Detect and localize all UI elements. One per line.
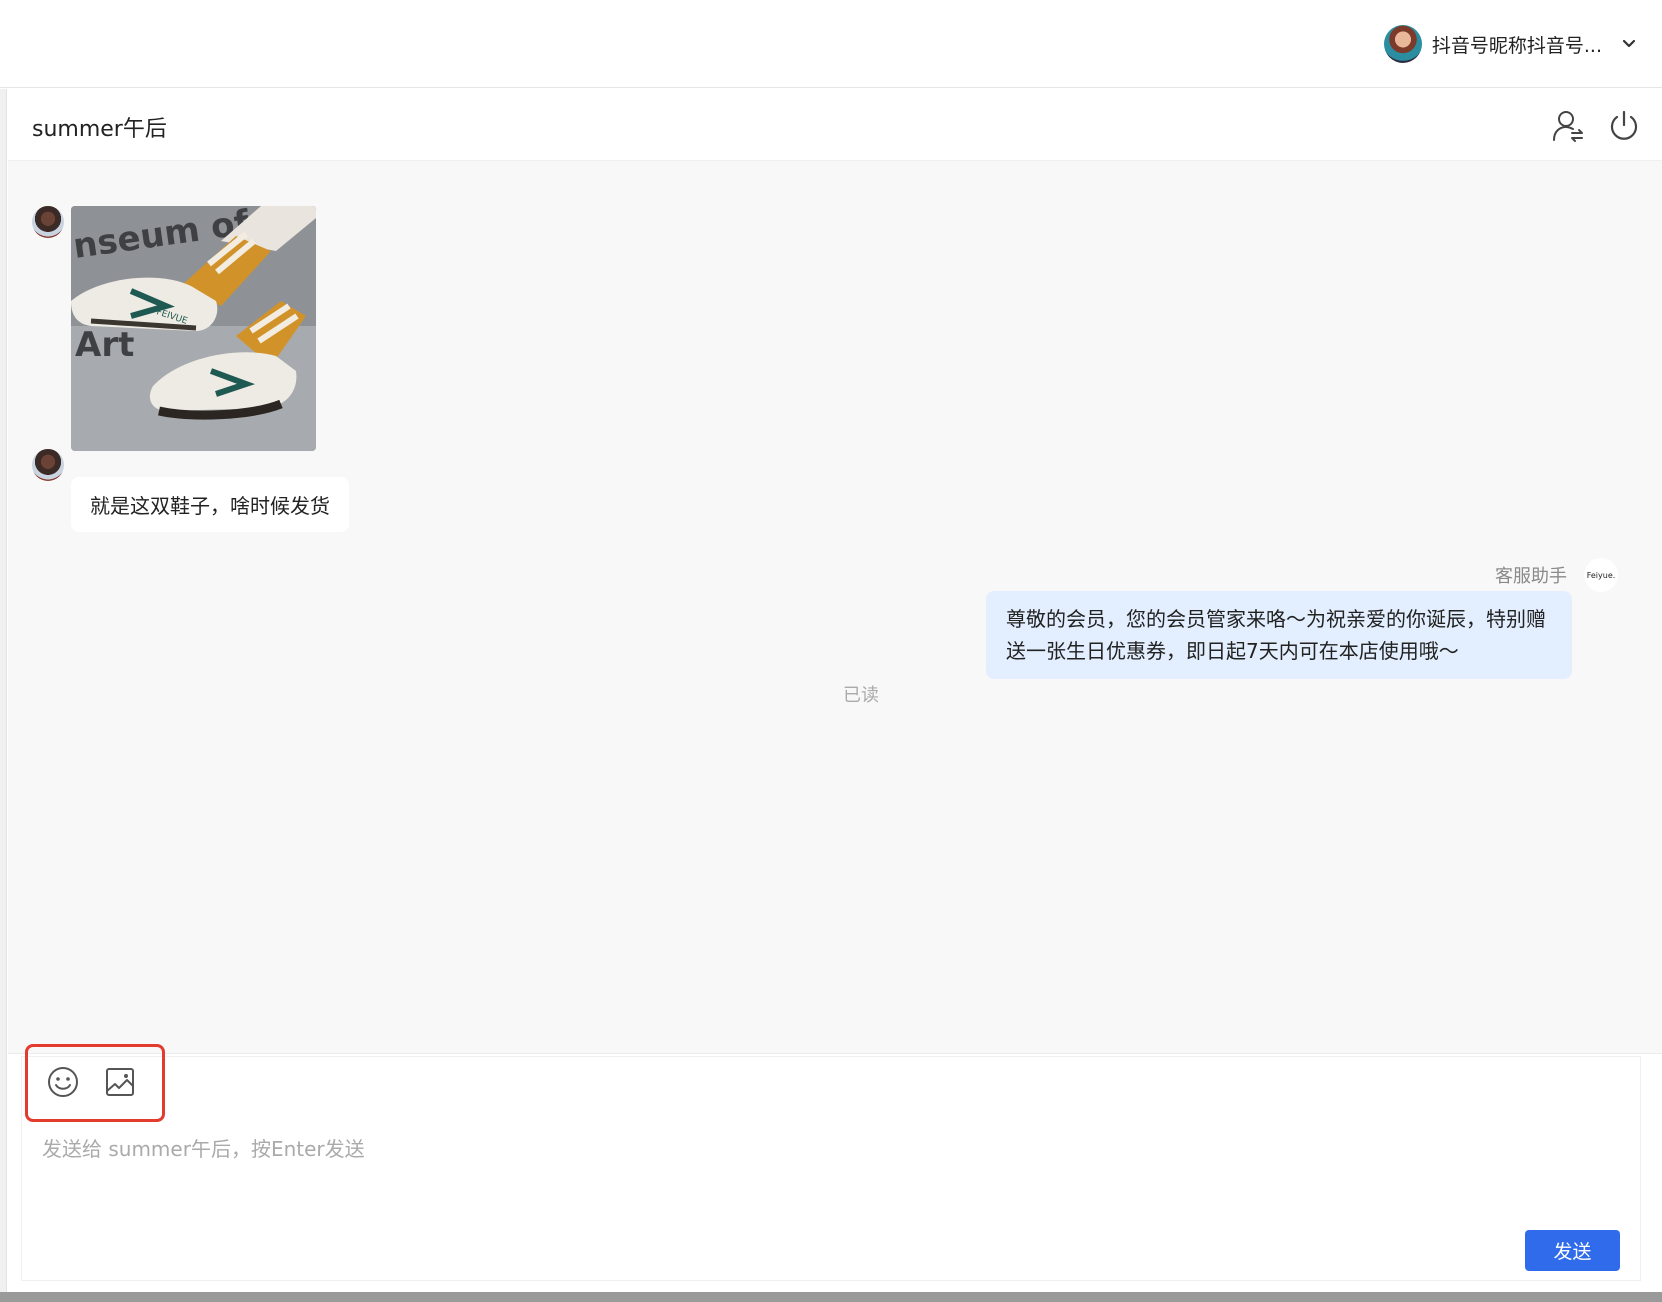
customer-text-message: 就是这双鞋子，啥时候发货	[71, 477, 349, 532]
agent-avatar: Feiyue.	[1584, 558, 1618, 592]
message-composer: 发送	[21, 1044, 1641, 1281]
smiley-icon[interactable]	[45, 1064, 81, 1100]
message-list[interactable]: nseum of Art FEIVUE 就是这双鞋子，啥时候发货 客服助手 Fe…	[8, 161, 1662, 1054]
shoe-photo: nseum of Art FEIVUE	[71, 206, 316, 451]
left-panel-edge	[0, 89, 7, 1292]
agent-text-message: 尊敬的会员，您的会员管家来咯～为祝亲爱的你诞辰，特别赠送一张生日优惠券，即日起7…	[986, 591, 1572, 679]
user-transfer-icon[interactable]	[1551, 109, 1585, 143]
top-bar: 抖音号昵称抖音号...	[0, 0, 1662, 88]
image-icon[interactable]	[102, 1064, 138, 1100]
chat-header: summer午后	[8, 89, 1662, 161]
chat-title: summer午后	[32, 117, 167, 142]
photo-text-art: Art	[75, 325, 134, 365]
read-status: 已读	[843, 685, 879, 706]
bottom-scrollbar[interactable]	[0, 1292, 1662, 1302]
agent-name: 客服助手	[1495, 566, 1567, 587]
image-message[interactable]: nseum of Art FEIVUE	[71, 206, 316, 451]
customer-avatar	[32, 449, 64, 481]
power-icon[interactable]	[1607, 109, 1641, 143]
account-switcher[interactable]: 抖音号昵称抖音号...	[1383, 24, 1636, 64]
account-name: 抖音号昵称抖音号...	[1431, 34, 1602, 57]
send-button[interactable]: 发送	[1525, 1230, 1620, 1271]
customer-avatar	[32, 206, 64, 238]
composer-toolbar-highlight	[25, 1044, 165, 1122]
account-avatar	[1383, 25, 1422, 63]
message-input[interactable]	[42, 1133, 1602, 1213]
chevron-down-icon[interactable]	[1622, 39, 1636, 49]
agent-logo-text: Feiyue.	[1586, 570, 1616, 580]
